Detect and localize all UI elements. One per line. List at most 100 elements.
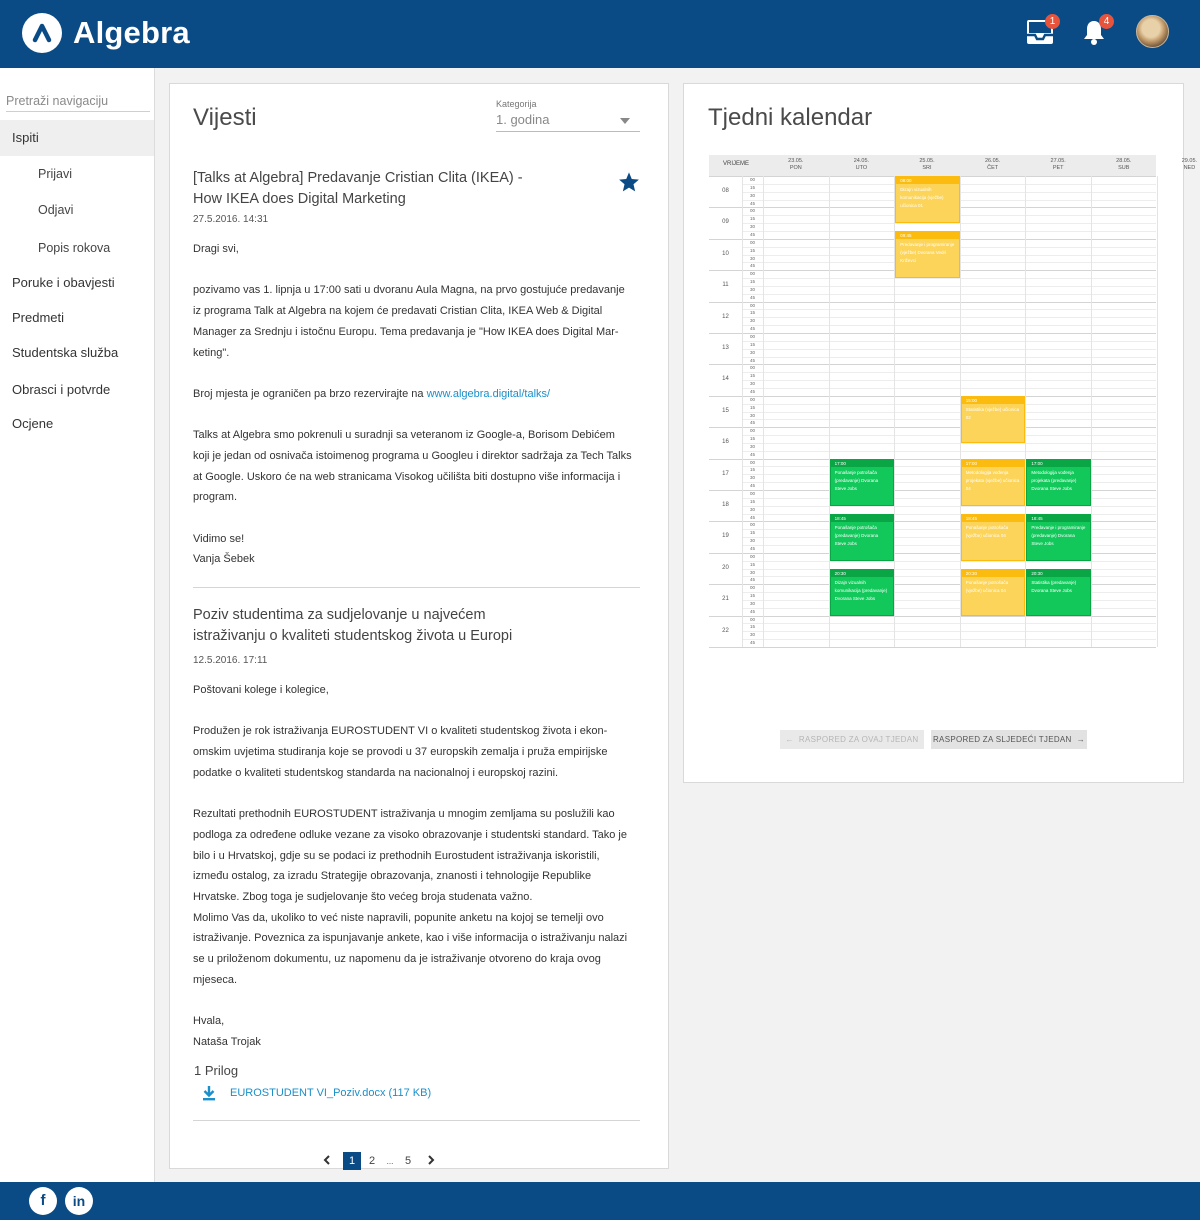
sidebar-item-ocjene[interactable]: Ocjene (0, 406, 154, 442)
hour-label: 08 (722, 188, 729, 194)
minute-label: 00 (749, 459, 755, 465)
minute-label: 15 (749, 373, 755, 379)
minute-label: 15 (749, 561, 755, 567)
calendar-event[interactable]: 18:45 Ponašanje potrošača (predavanje) Dv… (829, 513, 895, 561)
next-week-button[interactable]: RASPORED ZA SLJEDEĆI TJEDAN → (931, 730, 1087, 749)
minute-label: 30 (749, 538, 755, 544)
day-header-name: PET (1052, 165, 1064, 171)
news-greeting: Poštovani kolege i kolegice, (193, 684, 329, 696)
calendar-event[interactable]: 18:45 Ponašanje potrošača (vježbe) učioni… (960, 513, 1026, 561)
page-button[interactable]: 2 (362, 1155, 382, 1167)
chevron-left-icon[interactable] (320, 1154, 334, 1168)
grid-line (742, 333, 1156, 334)
grid-line (742, 364, 1156, 366)
hour-label: 20 (722, 564, 729, 571)
facebook-icon[interactable]: f (29, 1187, 57, 1215)
day-header-date: 25.05. (919, 158, 935, 164)
sidebar-item-poruke[interactable]: Poruke i obavjesti (0, 265, 154, 301)
minute-label: 00 (749, 302, 755, 308)
minute-label: 15 (749, 279, 755, 285)
hour-label: 12 (722, 313, 729, 320)
calendar-event[interactable]: 20:30 Ponašanje potrošača (vježbe) učioni… (960, 568, 1026, 616)
user-avatar[interactable] (1136, 15, 1169, 48)
minute-label: 15 (749, 593, 755, 599)
minute-label: 45 (749, 577, 755, 583)
page-button[interactable]: 5 (398, 1155, 418, 1167)
calendar-event[interactable]: 17:00 Ponašanje potrošača (predavanje) Dv… (829, 458, 895, 506)
grid-line (742, 466, 1156, 468)
next-week-label: RASPORED ZA SLJEDEĆI TJEDAN (932, 735, 1072, 744)
calendar-event[interactable]: 15:00 Statistika (vježbe) učionica 02 (960, 395, 1026, 443)
news-paragraph: Talks at Algebra smo pokrenuli u suradnj… (193, 429, 632, 504)
calendar-event[interactable]: 09:45 Predavanje i programiranje (vježbe)… (895, 230, 960, 279)
sidebar-item-ispiti[interactable]: Ispiti (0, 120, 154, 156)
news-item-title[interactable]: [Talks at Algebra] Predavanje Cristian C… (193, 168, 533, 210)
calendar-event-title: Dizajn vizualnih komunikacija (vježbe) u… (900, 187, 944, 208)
minute-label: 30 (749, 443, 755, 449)
calendar-event[interactable]: 17:00 Metodologija vođenja projekata (vje… (960, 458, 1026, 506)
news-item-title[interactable]: Poziv studentima za sudjelovanje u najve… (193, 605, 533, 647)
calendar-event-title: Statistika (vježbe) učionica 02 (965, 406, 1020, 420)
attachment-link[interactable]: EUROSTUDENT VI_Poziv.docx (117 KB) (202, 1085, 431, 1101)
minute-label: 45 (749, 200, 755, 206)
grid-line (1091, 176, 1092, 647)
calendar-event[interactable]: 08:00 Dizajn vizualnih komunikacija (vjež… (895, 176, 960, 224)
notifications-button[interactable]: 4 (1080, 14, 1114, 48)
news-title: Vijesti (193, 104, 257, 131)
grid-line (742, 278, 1156, 280)
star-icon[interactable] (618, 171, 640, 193)
day-header-date: 24.05. (853, 158, 870, 164)
minute-label: 15 (749, 184, 755, 190)
calendar-event[interactable]: 17:00 Metodologija vođenja projekata (pre… (1026, 458, 1091, 506)
grid-line (742, 576, 1156, 578)
calendar-event-time: 17:00 (961, 459, 1025, 467)
minute-label: 00 (749, 365, 755, 371)
calendar-event-time: 15:00 (961, 396, 1025, 404)
day-header-name: ČET (987, 165, 999, 171)
news-paragraph-with-link: Broj mjesta je ograničen pa brzo rezervi… (193, 384, 635, 405)
grid-line (742, 513, 1156, 515)
grid-line (742, 552, 1156, 554)
minute-label: 00 (749, 239, 755, 245)
hour-label: 15 (722, 407, 729, 414)
minute-label: 45 (749, 388, 755, 394)
minute-label: 30 (749, 412, 755, 418)
sidebar-item-prijavi[interactable]: Prijavi (0, 156, 154, 192)
minute-label: 45 (749, 326, 755, 332)
news-signature: Vanja Šebek (193, 553, 255, 566)
inbox-button[interactable]: 1 (1026, 14, 1060, 48)
page-button-current[interactable]: 1 (343, 1152, 361, 1170)
sidebar-item-studentska-sluzba[interactable]: Studentska služba (0, 335, 154, 371)
category-label: Kategorija (496, 99, 537, 109)
grid-line (742, 223, 1156, 225)
category-select[interactable]: 1. godina (496, 112, 640, 132)
sidebar-item-predmeti[interactable]: Predmeti (0, 300, 154, 336)
sidebar: Ispiti Prijavi Odjavi Popis rokova Poruk… (0, 68, 155, 1182)
brand-logo[interactable]: Algebra (22, 13, 190, 53)
attachments-header: 1 Prilog (194, 1063, 239, 1078)
top-bar: Algebra 1 4 (0, 0, 1200, 68)
sidebar-item-popis-rokova[interactable]: Popis rokova (0, 230, 154, 266)
talks-link[interactable]: www.algebra.digital/talks/ (427, 388, 551, 400)
day-header-date: 29.05. (1181, 158, 1198, 164)
calendar-event[interactable]: 20:30 Dizajn vizualnih komunikacija (pred… (829, 568, 895, 616)
sidebar-item-obrasci[interactable]: Obrasci i potvrde (0, 372, 154, 408)
linkedin-icon[interactable]: in (65, 1187, 93, 1215)
grid-line (742, 387, 1156, 389)
sidebar-item-odjavi[interactable]: Odjavi (0, 192, 154, 228)
minute-label: 45 (749, 640, 755, 646)
calendar-event[interactable]: 20:30 Statistika (predavanje) Dvorana Ste… (1026, 568, 1091, 616)
navigation-search-input[interactable] (6, 90, 150, 112)
chevron-right-icon[interactable] (424, 1154, 438, 1168)
grid-line (742, 599, 1156, 601)
grid-line (742, 419, 1156, 421)
this-week-button[interactable]: ← RASPORED ZA OVAJ TJEDAN (780, 730, 924, 749)
news-panel: Vijesti Kategorija 1. godina [Talks at A… (169, 83, 669, 1170)
news-paragraph: Rezultati prethodnih EUROSTUDENT istraži… (193, 808, 628, 986)
minute-label: 45 (749, 608, 755, 614)
grid-line (1156, 176, 1158, 647)
minute-label: 00 (749, 585, 755, 591)
news-closing: Vidimo se! (193, 532, 245, 545)
minute-label: 00 (749, 428, 755, 434)
calendar-event[interactable]: 18:45 Predavanje i programiranje (predava… (1026, 513, 1091, 561)
